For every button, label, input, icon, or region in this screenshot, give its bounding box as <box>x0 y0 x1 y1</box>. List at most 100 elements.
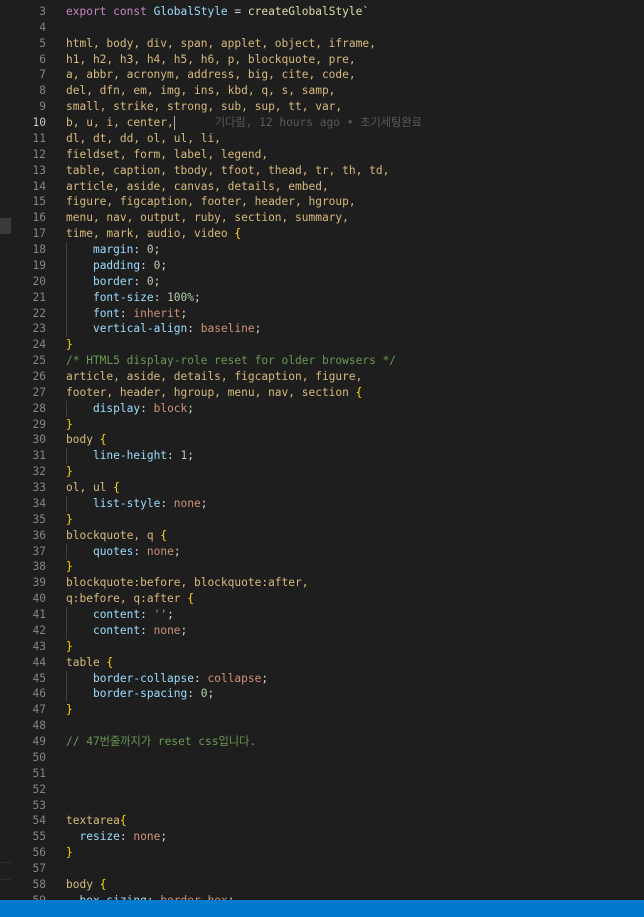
line-number: 49 <box>32 735 46 749</box>
code-line[interactable]: 52 <box>11 782 644 798</box>
code-line[interactable]: 43} <box>11 639 644 655</box>
code-line[interactable]: 8 del, dfn, em, img, ins, kbd, q, s, samp… <box>11 83 644 99</box>
code-token: } <box>66 338 73 352</box>
code-line[interactable]: 21 font-size: 100%; <box>11 290 644 306</box>
code-token: const <box>113 5 154 18</box>
code-line[interactable]: 26 article, aside, details, figcaption, f… <box>11 369 644 385</box>
code-line[interactable]: 37 quotes: none; <box>11 544 644 560</box>
code-line[interactable]: 51 <box>11 766 644 782</box>
code-line[interactable]: 34 list-style: none; <box>11 496 644 512</box>
code-token: GlobalStyle <box>153 5 228 18</box>
code-line[interactable]: 56} <box>11 845 644 861</box>
code-line[interactable]: 19 padding: 0; <box>11 258 644 274</box>
code-text: dl, dt, dd, ol, ul, li, <box>66 131 221 147</box>
line-number: 57 <box>32 861 46 875</box>
code-line[interactable]: 11 dl, dt, dd, ol, ul, li, <box>11 131 644 147</box>
code-text: border-spacing: 0; <box>66 686 214 702</box>
code-line[interactable]: 17 time, mark, audio, video { <box>11 226 644 242</box>
line-number: 46 <box>32 687 46 701</box>
code-text: } <box>66 559 73 575</box>
code-line[interactable]: 50 <box>11 750 644 766</box>
code-line[interactable]: 7 a, abbr, acronym, address, big, cite, c… <box>11 67 644 83</box>
code-line[interactable]: 47} <box>11 702 644 718</box>
code-line[interactable]: 45 border-collapse: collapse; <box>11 671 644 687</box>
code-line[interactable]: 6 h1, h2, h3, h4, h5, h6, p, blockquote, … <box>11 52 644 68</box>
code-token: : <box>160 496 174 510</box>
code-token: } <box>66 465 73 479</box>
code-editor[interactable]: 3 export const GlobalStyle = createGlobal… <box>11 0 644 900</box>
line-number: 38 <box>32 560 46 574</box>
line-number: 24 <box>32 338 46 352</box>
code-line[interactable]: 41 content: ''; <box>11 607 644 623</box>
code-line[interactable]: 23 vertical-align: baseline; <box>11 321 644 337</box>
code-text: blockquote:before, blockquote:after, <box>66 575 308 591</box>
code-line[interactable]: 39 blockquote:before, blockquote:after, <box>11 575 644 591</box>
code-line[interactable]: 54 textarea{ <box>11 813 644 829</box>
code-line[interactable]: 35} <box>11 512 644 528</box>
code-line[interactable]: 44 table { <box>11 655 644 671</box>
code-line[interactable]: 33 ol, ul { <box>11 480 644 496</box>
code-line[interactable]: 36 blockquote, q { <box>11 528 644 544</box>
line-number: 59 <box>11 893 46 900</box>
line-number: 37 <box>32 544 46 558</box>
line-number: 14 <box>32 179 46 193</box>
code-token: ` <box>362 5 370 18</box>
code-token: : <box>133 243 147 257</box>
code-line[interactable]: 46 border-spacing: 0; <box>11 686 644 702</box>
code-token: : <box>194 671 208 685</box>
code-line[interactable]: 16 menu, nav, output, ruby, section, summ… <box>11 210 644 226</box>
code-line[interactable]: 18 margin: 0; <box>11 242 644 258</box>
code-line[interactable]: 48 <box>11 718 644 734</box>
code-line[interactable]: 55 resize: none; <box>11 829 644 845</box>
code-line[interactable]: 42 content: none; <box>11 623 644 639</box>
code-line[interactable]: 25 /* HTML5 display-role reset for older … <box>11 353 644 369</box>
code-line[interactable]: 12 fieldset, form, label, legend, <box>11 147 644 163</box>
code-text: border-collapse: collapse; <box>66 671 268 687</box>
code-line[interactable]: 28 display: block; <box>11 401 644 417</box>
code-text: } <box>66 464 73 480</box>
code-line[interactable]: 4 <box>11 20 644 36</box>
code-token: h1, h2, h3, h4, h5, h6, p, blockquote, p… <box>66 52 356 66</box>
code-line[interactable]: 29} <box>11 417 644 433</box>
code-token: = <box>227 5 248 18</box>
code-token: { <box>99 433 107 447</box>
code-line[interactable]: 14 article, aside, canvas, details, embed… <box>11 179 644 195</box>
code-token: none <box>173 496 201 510</box>
code-line[interactable]: 31 line-height: 1; <box>11 448 644 464</box>
code-line[interactable]: 38} <box>11 559 644 575</box>
line-number: 7 <box>39 68 46 82</box>
line-number: 44 <box>32 655 46 669</box>
code-line[interactable]: 15 figure, figcaption, footer, header, hg… <box>11 194 644 210</box>
code-line[interactable]: 13 table, caption, tbody, tfoot, thead, t… <box>11 163 644 179</box>
code-line[interactable]: 59 box-sizing: border-box; <box>11 893 644 900</box>
indent-guide <box>66 670 67 703</box>
code-line[interactable]: 57 <box>11 861 644 877</box>
code-line[interactable]: 30 body { <box>11 432 644 448</box>
code-text: body { <box>66 877 106 893</box>
code-token: ; <box>180 306 188 320</box>
code-line[interactable]: 20 border: 0; <box>11 274 644 290</box>
code-token: border-collapse <box>92 671 194 685</box>
code-line[interactable]: 22 font: inherit; <box>11 306 644 322</box>
code-line[interactable]: 10 b, u, i, center, 기다림, 12 hours ago • 초기… <box>11 115 644 131</box>
code-token: createGlobalStyle <box>247 5 363 18</box>
code-line[interactable]: 40 q:before, q:after { <box>11 591 644 607</box>
code-token: /* HTML5 display-role reset for older br… <box>66 354 397 368</box>
code-line[interactable]: 27 footer, header, hgroup, menu, nav, sec… <box>11 385 644 401</box>
code-line[interactable]: 58 body { <box>11 877 644 893</box>
code-token: { <box>113 481 120 495</box>
code-text: line-height: 1; <box>66 448 194 464</box>
code-line[interactable]: 5 html, body, div, span, applet, object, … <box>11 36 644 52</box>
code-line[interactable]: 9 small, strike, strong, sub, sup, tt, va… <box>11 99 644 115</box>
code-line[interactable]: 53 <box>11 798 644 814</box>
code-line[interactable]: 24} <box>11 337 644 353</box>
code-token: article, aside, canvas, details, embed, <box>66 179 329 193</box>
code-line[interactable]: 32} <box>11 464 644 480</box>
code-line[interactable]: 3 export const GlobalStyle = createGlobal… <box>11 4 644 20</box>
status-bar[interactable] <box>0 900 644 917</box>
line-number: 32 <box>32 465 46 479</box>
code-line[interactable]: 49 // 47번줄까지가 reset css입니다. <box>11 734 644 750</box>
